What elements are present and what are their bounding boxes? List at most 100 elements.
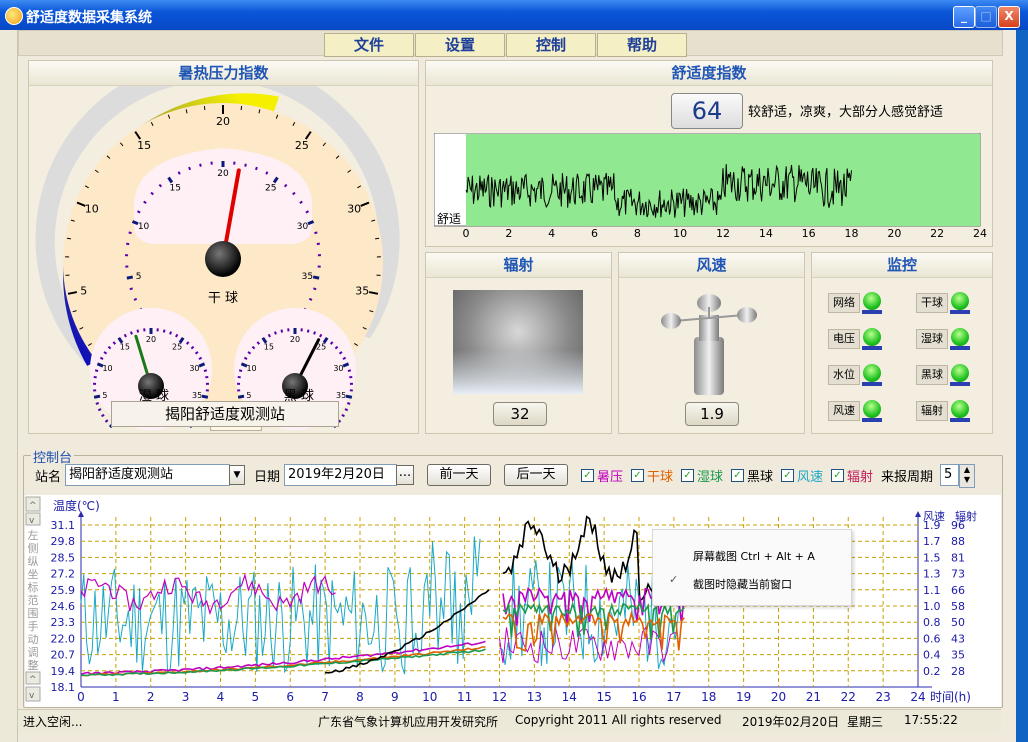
monitor-label-2: 电压	[828, 329, 860, 349]
gauge-tick-label: 10	[246, 364, 256, 373]
date-field[interactable]: 2019年2月20日	[284, 464, 397, 486]
period-spinner[interactable]: ▲ ▼	[959, 464, 975, 488]
x-tick-label: 24	[910, 690, 925, 704]
wind-tick-label: 0.6	[923, 632, 941, 645]
wind-tick-label: 1.7	[923, 535, 941, 548]
monitor-label-6: 风速	[828, 401, 860, 421]
gauge-tick-label: 5	[80, 285, 87, 298]
series-label-3[interactable]: 黑球	[747, 466, 773, 485]
close-button[interactable]: X	[998, 6, 1020, 28]
x-tick-label: 1	[112, 690, 120, 704]
series-checkbox-0[interactable]: ✓	[581, 469, 594, 482]
menu-help[interactable]: 帮助	[597, 33, 687, 57]
led-base	[950, 346, 970, 350]
monitor-title: 监控	[812, 253, 992, 278]
led-base	[862, 346, 882, 350]
wind-axis-title: 风速	[923, 510, 945, 523]
maximize-button[interactable]: □	[975, 6, 997, 28]
series-checkbox-1[interactable]: ✓	[631, 469, 644, 482]
context-menu: 屏幕截图 Ctrl + Alt + A ✓ 截图时隐藏当前窗口	[652, 529, 852, 606]
radiation-tick-label: 43	[951, 632, 965, 645]
wind-title: 风速	[619, 253, 804, 278]
left-tick-label: 27.2	[51, 568, 76, 581]
x-tick-label: 13	[527, 690, 542, 704]
chevron-down-icon[interactable]: ▼	[229, 465, 245, 485]
x-tick-label: 6	[286, 690, 294, 704]
gauge-tick-label: 25	[295, 139, 309, 152]
date-picker-button[interactable]: ...	[396, 465, 414, 485]
radiation-title: 辐射	[426, 253, 611, 278]
gauge-tick-label: 15	[169, 184, 180, 194]
monitor-label-5: 黑球	[916, 365, 948, 385]
menu-hide-window[interactable]: 截图时隐藏当前窗口	[693, 576, 792, 592]
monitor-label-0: 网络	[828, 293, 860, 313]
gauge-tick-label: 35	[336, 391, 346, 400]
gauge-tick-label: 20	[217, 169, 229, 179]
series-label-2[interactable]: 湿球	[697, 466, 723, 485]
series-label-5[interactable]: 辐射	[847, 466, 873, 485]
x-tick-label: 21	[806, 690, 821, 704]
menu-control[interactable]: 控制	[506, 33, 596, 57]
series-label-4[interactable]: 风速	[797, 466, 823, 485]
svg-text:整: 整	[28, 658, 39, 672]
gauge-tick-label: 15	[120, 343, 130, 352]
led-base	[950, 418, 970, 422]
next-day-button[interactable]: 后一天	[504, 464, 568, 486]
x-tick-label: 4	[217, 690, 225, 704]
gauge-tick-label: 15	[137, 139, 151, 152]
x-tick-label: 16	[631, 690, 646, 704]
comfort-x-tick: 20	[887, 227, 901, 240]
minimize-button[interactable]: _	[953, 6, 975, 28]
gauge-tick-label: 5	[246, 391, 251, 400]
menu-screenshot[interactable]: 屏幕截图 Ctrl + Alt + A	[693, 548, 815, 564]
series-checkbox-3[interactable]: ✓	[731, 469, 744, 482]
radiation-tick-label: 28	[951, 665, 965, 678]
left-tick-label: 31.1	[51, 519, 76, 532]
menu-file[interactable]: 文件	[324, 33, 414, 57]
gauge-tick-label: 30	[347, 203, 361, 216]
left-tick-label: 25.9	[51, 584, 76, 597]
gauge-tick-label: 5	[136, 272, 142, 282]
svg-text:标: 标	[28, 580, 39, 594]
wind-tick-label: 0.4	[923, 649, 941, 662]
heat-stress-panel: 暑热压力指数 0510152025303540 0510152025303540	[28, 60, 419, 434]
comfort-x-tick: 6	[591, 227, 598, 240]
station-select[interactable]: 揭阳舒适度观测站	[65, 464, 230, 486]
period-field[interactable]: 5	[940, 464, 959, 486]
left-y-axis: 31.1 29.8 28.5 27.2 25.9 24.6 23.3 22.0 20.7 19.4…	[51, 519, 76, 694]
comfort-x-tick: 8	[634, 227, 641, 240]
comfort-title: 舒适度指数	[426, 61, 992, 86]
gauge-tick-label: 15	[264, 343, 274, 352]
gauge-tick-label: 35	[302, 272, 313, 282]
radiation-tick-label: 88	[951, 535, 965, 548]
series-checkbox-4[interactable]: ✓	[781, 469, 794, 482]
heat-stress-title: 暑热压力指数	[29, 61, 418, 86]
x-tick-label: 20	[771, 690, 786, 704]
prev-day-button[interactable]: 前一天	[427, 464, 491, 486]
x-tick-label: 14	[562, 690, 577, 704]
status-led-icon	[863, 328, 881, 346]
series-checkbox-5[interactable]: ✓	[831, 469, 844, 482]
series-checkbox-2[interactable]: ✓	[681, 469, 694, 482]
gauge-tick-label: 30	[189, 364, 199, 373]
radiation-tick-label: 35	[951, 649, 965, 662]
x-tick-label: 8	[356, 690, 364, 704]
status-led-icon	[951, 364, 969, 382]
svg-text:调: 调	[28, 646, 39, 659]
led-base	[862, 310, 882, 314]
left-tick-label: 22.0	[51, 632, 76, 645]
left-tick-label: 20.7	[51, 649, 76, 662]
series-label-1[interactable]: 干球	[647, 466, 673, 485]
svg-text:左: 左	[28, 529, 39, 542]
status-led-icon	[863, 400, 881, 418]
series-label-0[interactable]: 暑压	[597, 466, 623, 485]
check-icon: ✓	[669, 573, 679, 586]
svg-text:坐: 坐	[28, 568, 39, 581]
led-base	[862, 382, 882, 386]
x-tick-label: 11	[457, 690, 472, 704]
svg-text:v: v	[29, 691, 35, 701]
gauge-tick-label: 25	[265, 184, 276, 194]
svg-text:范: 范	[28, 593, 39, 607]
client-area: 文件 设置 控制 帮助 暑热压力指数 0510152025303540	[17, 30, 1016, 742]
menu-settings[interactable]: 设置	[415, 33, 505, 57]
